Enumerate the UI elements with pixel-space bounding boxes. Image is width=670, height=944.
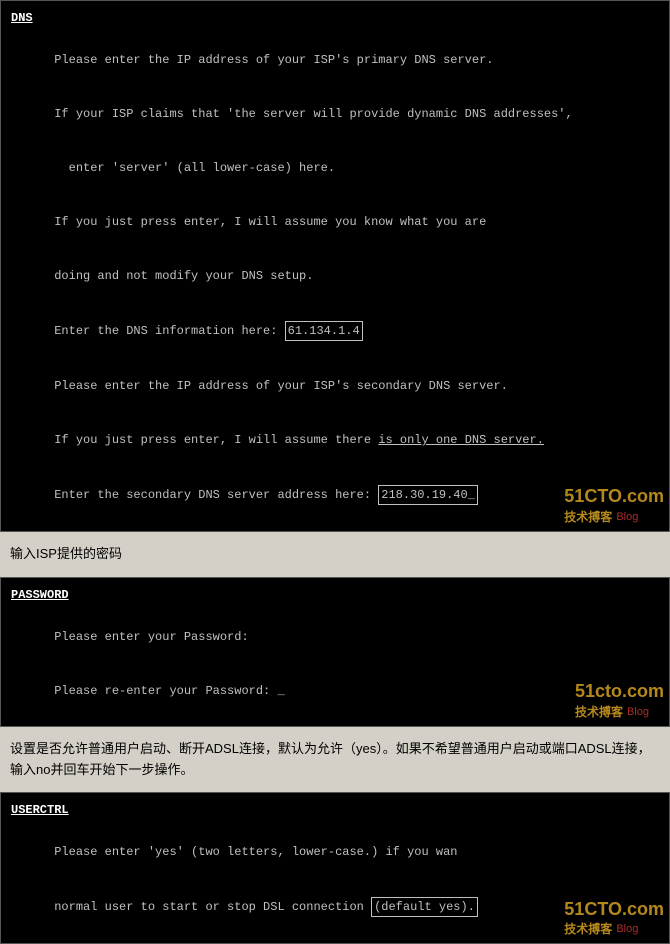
userctrl-line-1: Please enter 'yes' (two letters, lower-c… [11,825,659,879]
secondary-dns-underline: is only one DNS server. [378,433,544,447]
userctrl-line-2: normal user to start or stop DSL connect… [11,879,659,935]
password-line-2: Please re-enter your Password: _ [11,664,659,718]
userctrl-watermark-tech: 技术搏客 [564,920,612,938]
userctrl-default-box[interactable]: (default yes). [371,897,478,917]
dns-secondary-line: Enter the secondary DNS server address h… [11,467,659,523]
userctrl-terminal: USERCTRL Please enter 'yes' (two letters… [0,792,670,944]
password-watermark-blog: Blog [627,704,649,721]
dns-line-7: Please enter the IP address of your ISP'… [11,359,659,413]
password-section: PASSWORD Please enter your Password: Ple… [0,577,670,727]
dns-description: 输入ISP提供的密码 [0,532,670,577]
password-line-1: Please enter your Password: [11,610,659,664]
dns-line-4: If you just press enter, I will assume y… [11,195,659,249]
dns-section: DNS Please enter the IP address of your … [0,0,670,532]
dns-line-5: doing and not modify your DNS setup. [11,249,659,303]
userctrl-section: USERCTRL Please enter 'yes' (two letters… [0,792,670,944]
userctrl-title: USERCTRL [11,801,659,819]
password-description: 设置是否允许普通用户启动、断开ADSL连接，默认为允许（yes）。如果不希望普通… [0,727,670,793]
dns-watermark: 51CTO.com 技术搏客 Blog [564,486,664,526]
userctrl-watermark: 51CTO.com 技术搏客 Blog [564,899,664,939]
primary-dns-input[interactable]: 61.134.1.4 [285,321,363,341]
password-watermark-tech: 技术搏客 [575,703,623,721]
dns-secondary-assume-line: If you just press enter, I will assume t… [11,413,659,467]
userctrl-watermark-blog: Blog [616,921,638,938]
dns-line-2: If your ISP claims that 'the server will… [11,87,659,141]
dns-primary-line: Enter the DNS information here: 61.134.1… [11,303,659,359]
dns-line-3: enter 'server' (all lower-case) here. [11,141,659,195]
dns-watermark-51cto: 51CTO.com [564,486,664,508]
password-title: PASSWORD [11,586,659,604]
dns-watermark-blog: Blog [616,509,638,526]
password-watermark: 51cto.com 技术搏客 Blog [575,681,664,721]
dns-watermark-tech: 技术搏客 [564,508,612,526]
dns-title: DNS [11,9,659,27]
password-terminal: PASSWORD Please enter your Password: Ple… [0,577,670,727]
dns-terminal: DNS Please enter the IP address of your … [0,0,670,532]
password-watermark-51cto: 51cto.com [575,681,664,703]
secondary-dns-input[interactable]: 218.30.19.40_ [378,485,478,505]
userctrl-watermark-51cto: 51CTO.com [564,899,664,921]
dns-line-1: Please enter the IP address of your ISP'… [11,33,659,87]
